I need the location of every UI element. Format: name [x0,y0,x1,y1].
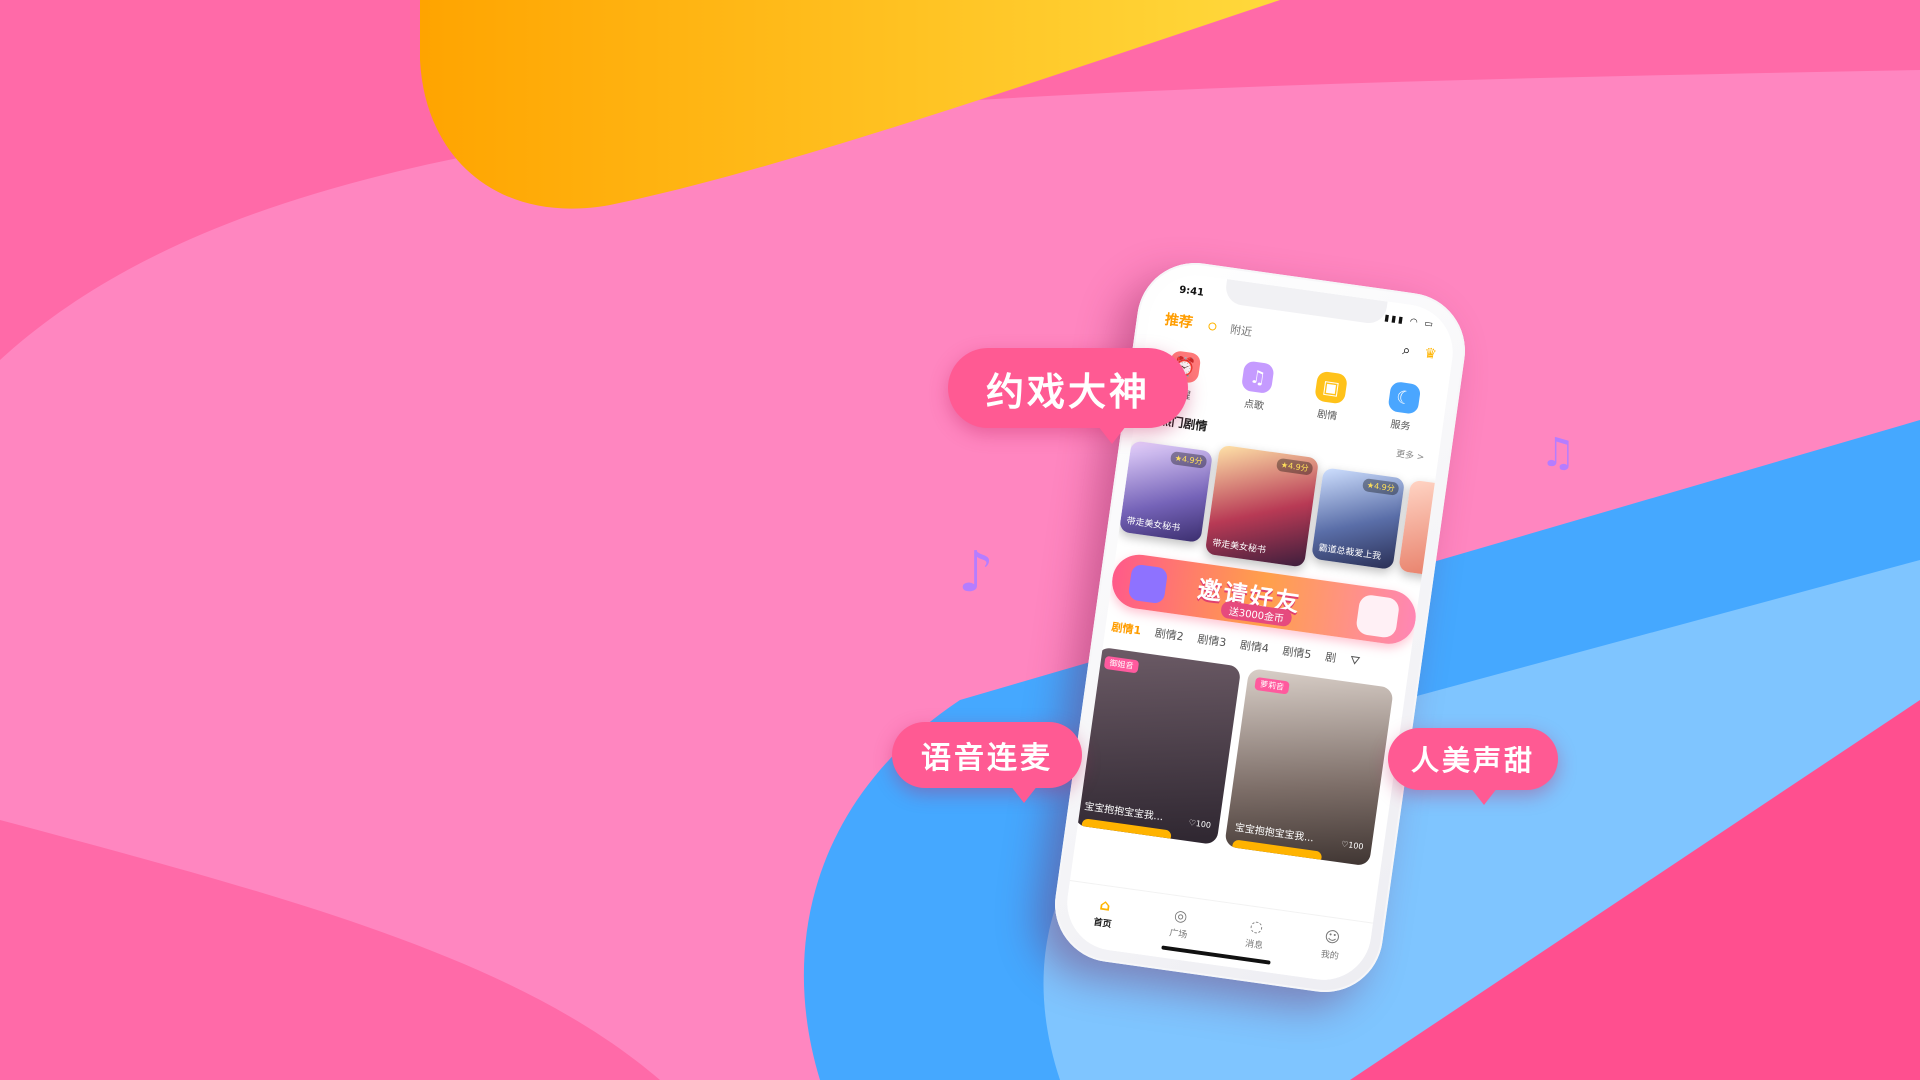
music-note-icon: ♪ [958,540,994,605]
poster-card[interactable]: ★4.9分 霸道总裁爱上我 [1311,467,1406,570]
home-icon: ⌂ [1098,895,1112,915]
status-time: 9:41 [1178,284,1205,299]
music-note-icon: ♫ [1240,360,1275,395]
subtab-4[interactable]: 剧情4 [1239,636,1270,656]
subtab-3[interactable]: 剧情3 [1196,630,1228,650]
nav-home[interactable]: ⌂ 首页 [1090,895,1115,950]
like-count: ♡100 [1188,818,1212,831]
dot-icon [1207,321,1217,331]
category-song[interactable]: ♫ 点歌 [1223,358,1289,415]
trophy-icon[interactable]: ♛ [1423,345,1438,363]
bubble-tail [1010,785,1038,803]
more-link[interactable]: 更多 > [1395,446,1425,463]
tab-recommend[interactable]: 推荐 [1164,309,1195,333]
script-book-icon: ▣ [1314,370,1349,405]
user-cards: 御姐音 宝宝抱抱宝宝我... ♡100 萝莉音 宝宝抱抱宝宝我... ♡100 [1071,643,1426,887]
music-note-icon: ♫ [1540,430,1576,476]
mascot-icon [1127,563,1169,605]
top-tabs: 推荐 附近 [1164,309,1254,341]
category-label: 服务 [1389,419,1412,433]
bubble-text: 语音连麦 [921,741,1053,776]
bubble-text: 人美声甜 [1410,744,1535,777]
user-card[interactable]: 萝莉音 宝宝抱抱宝宝我... ♡100 [1224,667,1394,867]
bubble-left: 语音连麦 [892,722,1082,803]
moon-star-icon: ☾ [1387,380,1422,415]
bubble-tail [1470,787,1498,805]
subtab-1[interactable]: 剧情1 [1111,618,1143,638]
category-service[interactable]: ☾ 服务 [1370,379,1436,436]
bubble-right: 人美声甜 [1388,728,1558,805]
rating-badge: ★4.9分 [1169,451,1208,469]
rating-badge: ★4.9分 [1276,457,1314,476]
subtab-2[interactable]: 剧情2 [1154,625,1185,645]
poster-card[interactable]: ★4.9分 带走美女秘书 [1204,444,1320,568]
message-icon: ◌ [1248,916,1265,937]
cat-mascot-icon [1355,593,1401,639]
category-script[interactable]: ▣ 剧情 [1297,369,1363,426]
top-icons: ⌕ ♛ [1401,342,1437,363]
poster-caption: 霸道总裁爱上我 [1317,543,1382,563]
search-icon[interactable]: ⌕ [1401,342,1411,359]
profile-icon: ☺ [1323,927,1342,948]
filter-icon[interactable]: ⛛ [1349,652,1361,668]
square-icon: ◎ [1173,905,1189,926]
category-label: 剧情 [1316,408,1338,423]
rating-badge: ★4.9分 [1362,478,1400,496]
category-label: 点歌 [1243,398,1265,413]
status-icons: ▮▮▮ ◠ ▭ [1383,313,1436,331]
poster-caption: 带走美女秘书 [1211,538,1267,557]
like-count: ♡100 [1340,839,1365,852]
phone-notch [1223,279,1388,326]
tab-nearby[interactable]: 附近 [1229,321,1253,340]
poster-caption: 带走美女秘书 [1125,516,1181,534]
bubble-text: 约戏大神 [985,369,1150,414]
subtab-5[interactable]: 剧情5 [1282,642,1313,662]
subtab-6[interactable]: 剧 [1324,648,1337,665]
bubble-tail [1098,426,1126,444]
voice-badge: 萝莉音 [1254,676,1290,695]
nav-profile[interactable]: ☺ 我的 [1317,927,1342,982]
bubble-top: 约戏大神 [948,348,1188,444]
user-card[interactable]: 御姐音 宝宝抱抱宝宝我... ♡100 [1073,646,1242,846]
poster-card[interactable]: ★4.9分 带走美女秘书 [1118,440,1214,543]
voice-badge: 御姐音 [1103,655,1140,674]
